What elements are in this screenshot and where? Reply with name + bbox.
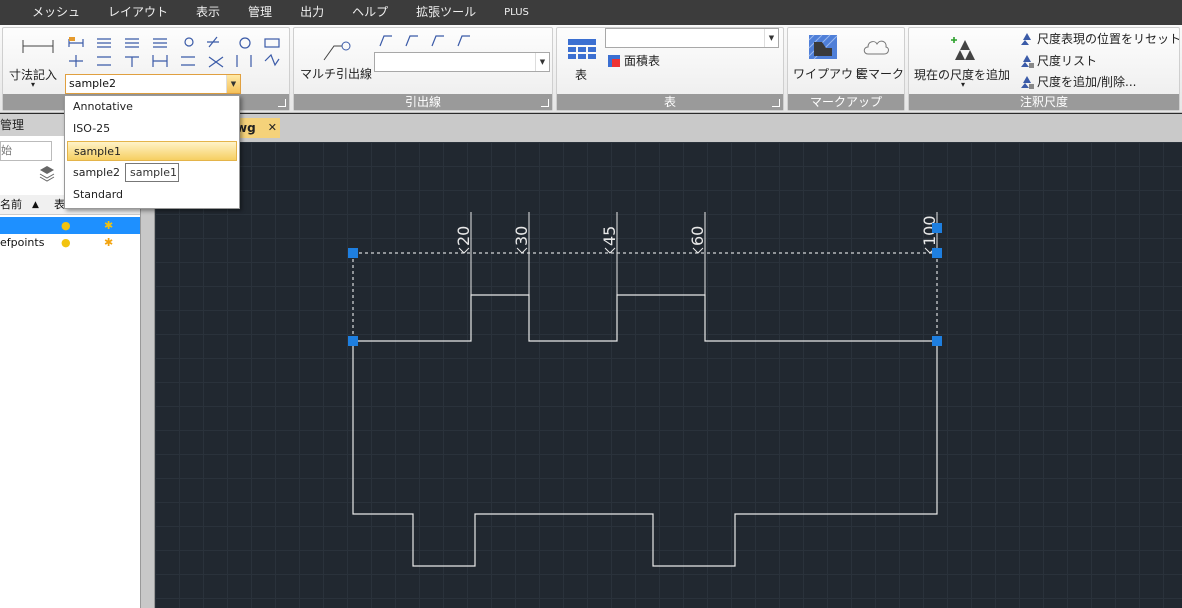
cloud-button-label[interactable]: 雲マーク: [856, 65, 904, 82]
app-window: メッシュ レイアウト 表示 管理 出力 ヘルプ 拡張ツール PLUS 寸法記入 …: [0, 0, 1182, 608]
reset-scale-position-label[interactable]: 尺度表現の位置をリセット: [1037, 30, 1181, 47]
dimension-text-45: 45: [600, 226, 619, 246]
part-outline[interactable]: [352, 294, 938, 567]
dimension-style-value: sample2: [69, 77, 116, 90]
grip-handle: [932, 248, 942, 258]
layer-row[interactable]: efpoints ● ✱: [0, 234, 140, 251]
scale-list-icon[interactable]: [1019, 53, 1035, 69]
menu-item-plus[interactable]: PLUS: [490, 0, 543, 25]
dimension-text-30: 30: [512, 226, 531, 246]
dialog-launcher-icon[interactable]: [541, 99, 549, 107]
panel-title-annoscale: 注釈尺度: [909, 94, 1179, 110]
cloud-icon[interactable]: [862, 36, 890, 58]
layer-name: efpoints: [0, 236, 45, 249]
dropdown-item-iso25[interactable]: ISO-25: [67, 119, 237, 139]
dimension-tools-icons[interactable]: [67, 33, 289, 69]
tooltip: sample1: [125, 163, 179, 182]
chevron-down-icon[interactable]: ▼: [226, 75, 240, 93]
sun-icon[interactable]: ✱: [104, 217, 113, 234]
sun-icon[interactable]: ✱: [104, 234, 113, 251]
panel-annoscale: 現在の尺度を追加 ▾ 尺度表現の位置をリセット 尺度リスト 尺度を追加/削除..…: [908, 27, 1181, 111]
menu-item-help[interactable]: ヘルプ: [338, 0, 402, 25]
dimension-style-combo[interactable]: sample2 ▼: [65, 74, 241, 94]
panel-title-leader: 引出線: [294, 94, 552, 110]
panel-title-markup: マークアップ: [788, 94, 904, 110]
layer-search-input[interactable]: 始: [0, 141, 52, 161]
multileader-style-combo[interactable]: ▼: [374, 52, 550, 72]
document-tab-strip: [155, 114, 1182, 142]
dropdown-item-annotative[interactable]: Annotative: [67, 97, 237, 117]
panel-markup: ワイプアウト 雲マーク マークアップ: [787, 27, 905, 111]
table-button-label[interactable]: 表: [575, 66, 587, 83]
drawing-svg: 20 30 45 60 100: [348, 212, 942, 567]
chevron-down-icon[interactable]: ▼: [764, 29, 778, 47]
dimension-texts: 20 30 45 60 100: [454, 215, 939, 246]
menu-item-output[interactable]: 出力: [286, 0, 338, 25]
menu-item-manage[interactable]: 管理: [234, 0, 286, 25]
layer-stack-icon[interactable]: [38, 164, 56, 182]
menu-item-mesh[interactable]: メッシュ: [18, 0, 94, 25]
linear-dimension-icon[interactable]: [21, 38, 55, 54]
grips[interactable]: [348, 223, 942, 346]
layer-row[interactable]: ● ✱: [0, 217, 140, 234]
multileader-icon[interactable]: [322, 38, 352, 62]
grip-handle: [932, 336, 942, 346]
dimension-style-dropdown: Annotative ISO-25 sample1 sample2 Standa…: [64, 95, 240, 209]
chevron-down-icon[interactable]: ▼: [535, 53, 549, 71]
dialog-launcher-icon[interactable]: [772, 99, 780, 107]
grip-handle: [348, 248, 358, 258]
sort-up-icon[interactable]: ▲: [32, 195, 39, 215]
leader-tools-icons[interactable]: [378, 32, 478, 48]
reset-scale-position-icon[interactable]: [1019, 31, 1035, 47]
area-table-label[interactable]: 面積表: [624, 52, 660, 69]
dialog-launcher-icon[interactable]: [278, 99, 286, 107]
menu-bar: メッシュ レイアウト 表示 管理 出力 ヘルプ 拡張ツール PLUS: [0, 0, 1182, 25]
column-name[interactable]: 名前: [0, 195, 22, 215]
dropdown-item-sample1[interactable]: sample1: [67, 141, 237, 161]
grip-handle: [348, 336, 358, 346]
table-style-combo[interactable]: ▼: [605, 28, 779, 48]
menu-item-view[interactable]: 表示: [182, 0, 234, 25]
panel-title-table: 表: [557, 94, 783, 110]
lightbulb-icon[interactable]: ●: [61, 217, 71, 234]
add-delete-scale-label[interactable]: 尺度を追加/削除...: [1037, 73, 1137, 90]
search-placeholder: 始: [1, 144, 12, 157]
table-icon[interactable]: [567, 38, 597, 62]
chevron-down-icon[interactable]: ▾: [961, 80, 965, 89]
wipeout-button-label[interactable]: ワイプアウト: [793, 65, 865, 82]
close-icon[interactable]: ✕: [268, 118, 277, 138]
grip-handle: [932, 223, 942, 233]
dimension-text-60: 60: [688, 226, 707, 246]
scale-list-label[interactable]: 尺度リスト: [1037, 52, 1097, 69]
dimension-text-20: 20: [454, 226, 473, 246]
area-table-icon[interactable]: [607, 54, 621, 68]
drawing-canvas[interactable]: 20 30 45 60 100: [155, 142, 1182, 608]
add-scale-icon[interactable]: [951, 36, 979, 62]
selection-box: [352, 252, 938, 341]
dropdown-item-standard[interactable]: Standard: [67, 185, 237, 205]
menu-item-layout[interactable]: レイアウト: [94, 0, 182, 25]
panel-table: 表 ▼ 面積表 表: [556, 27, 784, 111]
add-delete-scale-icon[interactable]: [1019, 74, 1035, 90]
panel-leader: マルチ引出線 ▼ 引出線: [293, 27, 553, 111]
chevron-down-icon[interactable]: ▾: [31, 80, 35, 89]
lightbulb-icon[interactable]: ●: [61, 234, 71, 251]
multileader-button-label[interactable]: マルチ引出線: [300, 65, 372, 82]
menu-item-extensions[interactable]: 拡張ツール: [402, 0, 490, 25]
wipeout-icon[interactable]: [808, 34, 838, 60]
